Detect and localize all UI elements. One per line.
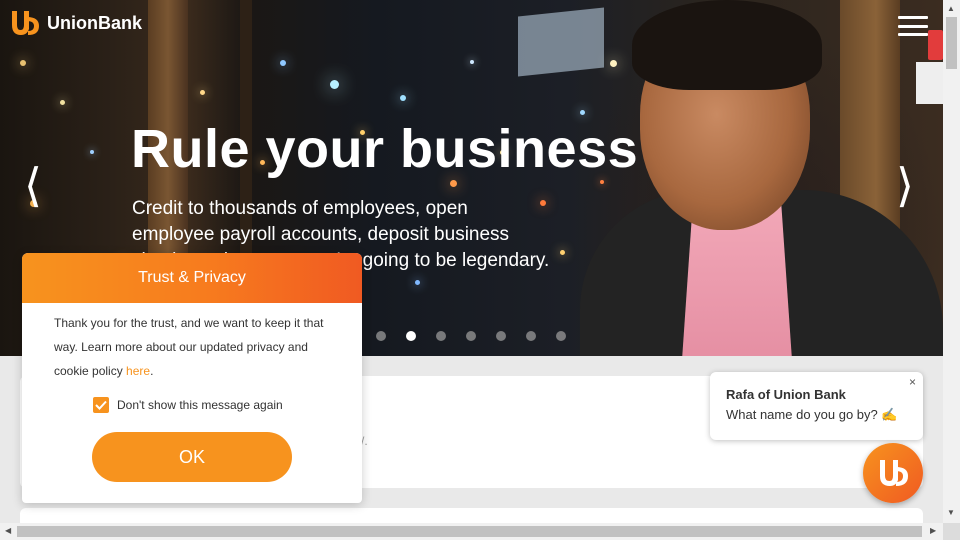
city-light [90, 150, 94, 154]
scroll-left-icon[interactable]: ◀ [5, 526, 11, 535]
carousel-dot[interactable] [496, 331, 506, 341]
dont-show-again-label: Don't show this message again [117, 398, 283, 412]
chat-bubble[interactable]: × Rafa of Union Bank What name do you go… [710, 372, 923, 440]
carousel-dot[interactable] [466, 331, 476, 341]
carousel-dot[interactable] [436, 331, 446, 341]
scroll-down-icon[interactable]: ▼ [947, 508, 955, 517]
checkmark-icon [95, 400, 107, 410]
scroll-right-icon[interactable]: ▶ [930, 526, 936, 535]
close-icon[interactable]: × [909, 375, 916, 389]
city-light [60, 100, 65, 105]
scrollbar-corner [943, 523, 960, 540]
carousel-dot[interactable] [406, 331, 416, 341]
writing-hand-icon: ✍ [881, 407, 898, 422]
ub-logo-icon [12, 11, 39, 35]
ub-logo-icon [880, 460, 908, 486]
horizontal-scroll-thumb[interactable] [17, 526, 922, 537]
modal-body-end: . [150, 364, 154, 378]
hero-bg-light [518, 7, 604, 77]
dont-show-again-row[interactable]: Don't show this message again [93, 397, 283, 413]
city-light [200, 90, 205, 95]
scroll-up-icon[interactable]: ▲ [947, 4, 955, 13]
modal-body-text: Thank you for the trust, and we want to … [54, 316, 324, 378]
city-light [415, 280, 420, 285]
trust-privacy-modal: Trust & Privacy Thank you for the trust,… [22, 253, 362, 503]
city-light [560, 250, 565, 255]
chat-message: What name do you go by? ✍ [726, 407, 898, 423]
content-card-text-fragment: /. [361, 434, 368, 448]
chevron-right-icon[interactable]: ⟩ [896, 158, 914, 212]
hero-title: Rule your business [131, 119, 639, 179]
chat-agent-name: Rafa of Union Bank [726, 387, 846, 402]
privacy-policy-link[interactable]: here [126, 364, 150, 378]
city-light [330, 80, 339, 89]
city-light [20, 60, 26, 66]
city-light [600, 180, 604, 184]
ok-button[interactable]: OK [92, 432, 292, 482]
side-promo-tag[interactable] [928, 30, 943, 60]
carousel-dot[interactable] [556, 331, 566, 341]
city-light [610, 60, 617, 67]
carousel-dot[interactable] [526, 331, 536, 341]
vertical-scrollbar[interactable]: ▲ ▼ [943, 0, 960, 523]
carousel-dot[interactable] [376, 331, 386, 341]
modal-body: Thank you for the trust, and we want to … [54, 311, 334, 383]
horizontal-scrollbar[interactable]: ◀ ▶ [0, 523, 943, 540]
brand-logo[interactable]: UnionBank [9, 7, 142, 39]
side-promo-box[interactable] [916, 62, 943, 104]
chat-message-text: What name do you go by? [726, 407, 878, 422]
city-light [450, 180, 457, 187]
brand-name: UnionBank [47, 12, 143, 33]
chat-launcher-button[interactable] [863, 443, 923, 503]
city-light [580, 110, 585, 115]
chevron-left-icon[interactable]: ⟨ [24, 158, 42, 212]
carousel-indicators [376, 331, 566, 341]
dont-show-again-checkbox[interactable] [93, 397, 109, 413]
hamburger-menu-icon[interactable] [898, 16, 928, 36]
page: Rule your business Credit to thousands o… [0, 0, 960, 540]
hero-person-hair [632, 0, 822, 90]
modal-title: Trust & Privacy [22, 253, 362, 303]
vertical-scroll-thumb[interactable] [946, 17, 957, 69]
city-light [280, 60, 286, 66]
city-light [400, 95, 406, 101]
city-light [470, 60, 474, 64]
